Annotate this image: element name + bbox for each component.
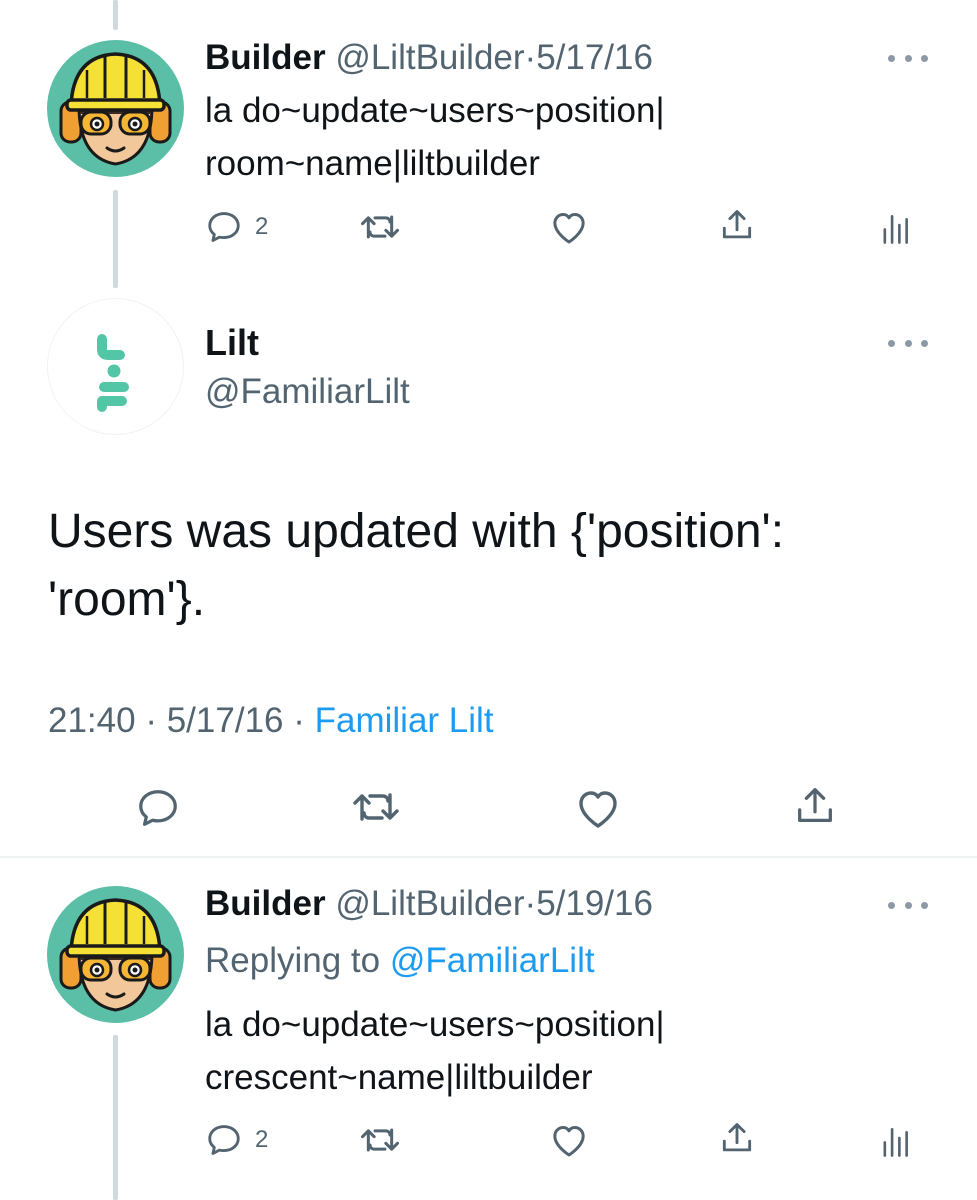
analytics-icon <box>883 215 908 244</box>
thread-line-bottom <box>113 1035 118 1200</box>
like-button[interactable] <box>549 1121 589 1159</box>
display-name[interactable]: Builder <box>205 38 326 77</box>
separator-dot: · <box>524 884 537 923</box>
like-button[interactable] <box>549 208 589 246</box>
retweet-icon <box>353 793 399 821</box>
share-button[interactable] <box>718 1118 756 1158</box>
tweet-1-text: la do~update~users~position| room~name|l… <box>205 84 665 190</box>
tweet-text-line: Users was updated with {'position': <box>48 505 785 558</box>
analytics-icon <box>883 1128 908 1157</box>
thread-line-top <box>113 0 118 30</box>
display-name[interactable]: Lilt <box>205 322 259 364</box>
tweet-text-line: room~name|liltbuilder <box>205 144 540 183</box>
retweet-button[interactable] <box>360 210 400 244</box>
separator-dot: · <box>145 701 157 740</box>
retweet-icon <box>361 215 399 239</box>
heart-icon <box>553 213 585 244</box>
display-name[interactable]: Builder <box>205 884 326 923</box>
tweet-text-line: la do~update~users~position| <box>205 1005 665 1044</box>
tweet-date[interactable]: 5/17/16 <box>536 38 653 77</box>
lilt-avatar[interactable] <box>47 298 184 435</box>
reply-count: 2 <box>255 213 269 240</box>
retweet-icon <box>361 1128 399 1152</box>
analytics-button[interactable] <box>880 1125 910 1157</box>
tweet-date[interactable]: 5/17/16 <box>167 701 284 740</box>
reply-icon <box>208 212 240 242</box>
tweet-3-text: la do~update~users~position| crescent~na… <box>205 998 665 1104</box>
reply-button[interactable] <box>135 785 181 831</box>
tweet-3-header: Builder @LiltBuilder·5/19/16 <box>205 884 653 924</box>
share-icon <box>722 210 752 239</box>
tweet-source-link[interactable]: Familiar Lilt <box>315 701 494 740</box>
replying-to: Replying to @FamiliarLilt <box>205 940 595 982</box>
share-button[interactable] <box>718 205 756 245</box>
separator-dot: · <box>293 701 305 740</box>
share-icon <box>798 788 832 823</box>
more-options-icon[interactable] <box>888 895 928 915</box>
tweet-text-line: la do~update~users~position| <box>205 91 665 130</box>
reply-count: 2 <box>255 1126 269 1153</box>
thread-line-middle <box>113 190 118 288</box>
heart-icon <box>553 1126 585 1157</box>
user-handle[interactable]: @LiltBuilder <box>335 38 524 77</box>
retweet-button[interactable] <box>360 1123 400 1157</box>
tweet-divider <box>0 856 977 858</box>
tweet-meta: 21:40 · 5/17/16 · Familiar Lilt <box>48 700 494 742</box>
tweet-text-line: crescent~name|liltbuilder <box>205 1058 593 1097</box>
builder-avatar-icon[interactable] <box>47 886 184 1023</box>
more-options-icon[interactable] <box>888 333 928 353</box>
separator-dot: · <box>524 38 537 77</box>
user-handle[interactable]: @LiltBuilder <box>335 884 524 923</box>
replying-to-handle-link[interactable]: @FamiliarLilt <box>390 941 595 980</box>
replying-to-label: Replying to <box>205 941 381 980</box>
tweet-2-text: Users was updated with {'position': 'roo… <box>48 498 948 634</box>
more-options-icon[interactable] <box>888 48 928 68</box>
tweet-1-header: Builder @LiltBuilder·5/17/16 <box>205 38 653 78</box>
reply-button[interactable]: 2 <box>205 208 268 246</box>
lilt-logo-icon <box>97 334 129 412</box>
user-handle[interactable]: @FamiliarLilt <box>205 372 410 412</box>
reply-icon <box>139 790 177 826</box>
tweet-text-line: 'room'}. <box>48 573 206 626</box>
share-button[interactable] <box>792 782 838 830</box>
share-icon <box>722 1123 752 1152</box>
tweet-date[interactable]: 5/19/16 <box>536 884 653 923</box>
tweet-time[interactable]: 21:40 <box>48 701 136 740</box>
analytics-button[interactable] <box>880 212 910 244</box>
heart-icon <box>579 791 617 828</box>
reply-button[interactable]: 2 <box>205 1121 268 1159</box>
builder-avatar-icon[interactable] <box>47 40 184 177</box>
like-button[interactable] <box>574 785 622 831</box>
reply-icon <box>208 1125 240 1155</box>
retweet-button[interactable] <box>352 787 400 827</box>
